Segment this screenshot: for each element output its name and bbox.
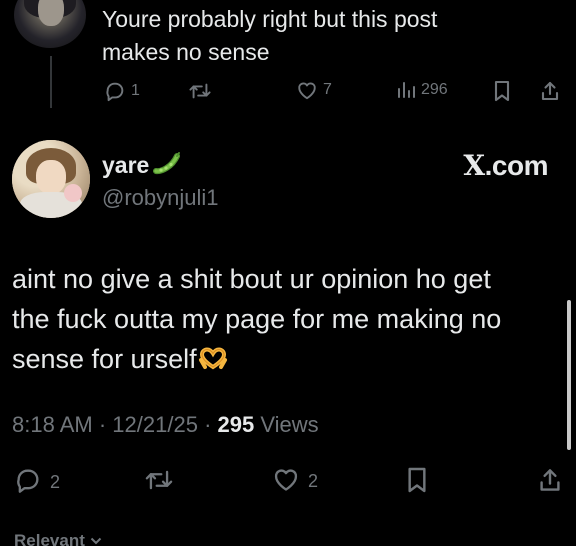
reply-button[interactable]: 2 [14, 466, 60, 499]
views-icon [396, 80, 416, 100]
reply-icon [104, 80, 126, 102]
like-icon [296, 80, 318, 100]
parent-reply-button[interactable]: 1 [104, 80, 140, 102]
tweet-views-count: 295 [217, 412, 255, 437]
author-name-row[interactable]: yare [102, 151, 181, 180]
avatar-face [36, 160, 66, 194]
replies-sort-dropdown[interactable]: Relevant [14, 531, 102, 546]
parent-like-button[interactable]: 7 [296, 80, 332, 100]
main-text-line: aint no give a shit bout ur opinion ho g… [12, 264, 491, 294]
author-handle[interactable]: @robynjuli1 [102, 185, 219, 211]
brand-domain: .com [484, 150, 549, 181]
meta-separator: · [98, 412, 107, 437]
heart-hands-emoji-icon [198, 342, 228, 382]
main-action-bar: 2 2 [12, 466, 564, 500]
tweet-time[interactable]: 8:18 AM [12, 412, 93, 437]
share-button[interactable] [538, 466, 562, 499]
like-icon [272, 466, 300, 497]
parent-text-line: Youre probably right but this post [102, 6, 438, 32]
main-text-line-last: sense for urself [12, 339, 557, 382]
parent-bookmark-button[interactable] [493, 80, 511, 102]
retweet-button[interactable] [144, 466, 174, 499]
sort-label: Relevant [14, 531, 85, 546]
main-tweet-text: aint no give a shit bout ur opinion ho g… [12, 259, 557, 382]
tweet-views-label: Views [260, 412, 319, 437]
avatar-face [38, 0, 64, 26]
display-name[interactable]: yare [102, 152, 149, 179]
meta-separator: · [204, 412, 212, 437]
scrollbar[interactable] [567, 300, 571, 450]
bookmark-icon [406, 466, 428, 499]
chevron-down-icon [90, 531, 102, 546]
parent-action-bar: 1 7 296 [100, 80, 560, 110]
x-brand-watermark: X.com [463, 149, 548, 182]
tweet-date[interactable]: 12/21/25 [112, 412, 198, 437]
views-count: 296 [421, 81, 448, 98]
parent-views-button[interactable]: 296 [396, 80, 448, 100]
like-count: 2 [308, 471, 319, 491]
main-text-line: sense for urself [12, 344, 197, 374]
parent-tweet-text: Youre probably right but this post makes… [102, 3, 542, 69]
parent-share-button[interactable] [540, 80, 560, 102]
thread-line [50, 56, 52, 108]
x-logo-icon: X [463, 149, 485, 182]
tweet-metadata: 8:18 AM · 12/21/25 · 295 Views [12, 412, 319, 438]
main-avatar[interactable] [12, 140, 90, 218]
main-text-line: the fuck outta my page for me making no [12, 304, 502, 334]
retweet-icon [188, 80, 212, 102]
bookmark-icon [493, 80, 511, 102]
reply-icon [14, 466, 42, 499]
avatar-accessory [64, 184, 82, 202]
like-count: 7 [323, 81, 332, 98]
like-button[interactable]: 2 [272, 466, 318, 497]
share-icon [540, 80, 560, 102]
reply-count: 1 [131, 82, 140, 99]
parent-avatar[interactable] [14, 0, 86, 48]
bookmark-button[interactable] [406, 466, 428, 499]
retweet-icon [144, 466, 174, 499]
parent-text-line: makes no sense [102, 39, 270, 65]
share-icon [538, 466, 562, 499]
reply-count: 2 [50, 472, 61, 492]
parent-retweet-button[interactable] [188, 80, 212, 102]
pea-emoji-icon [153, 151, 181, 180]
